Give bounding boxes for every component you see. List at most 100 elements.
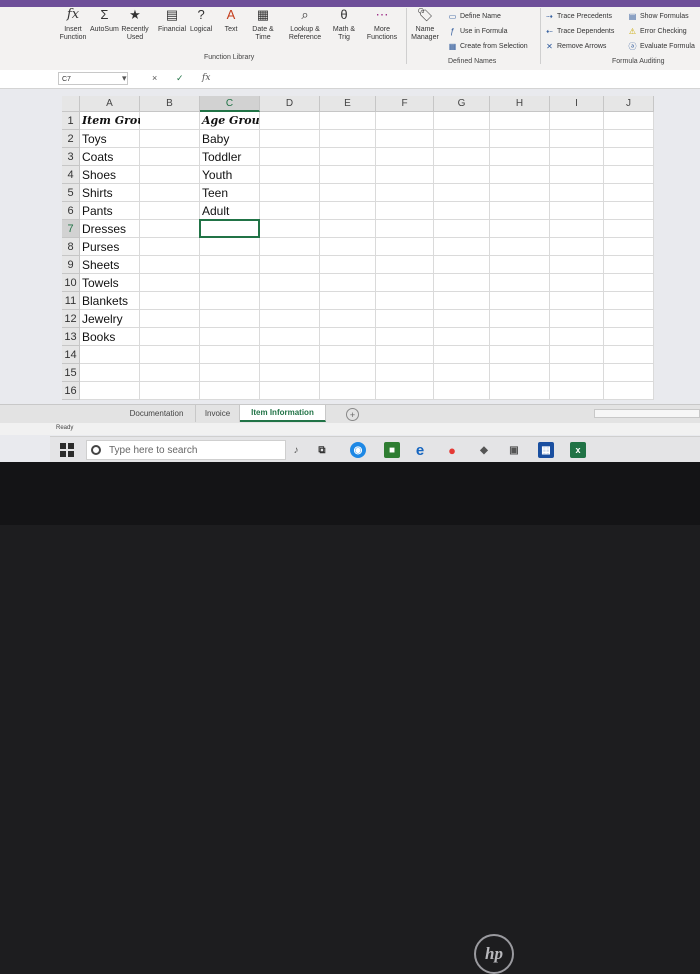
cell-f6[interactable] bbox=[376, 202, 434, 220]
cell-d9[interactable] bbox=[260, 256, 320, 274]
cell-a2[interactable]: Toys bbox=[80, 130, 140, 148]
app-icon[interactable]: ■ bbox=[384, 442, 400, 458]
cell-f4[interactable] bbox=[376, 166, 434, 184]
text-button[interactable]: A Text bbox=[222, 6, 240, 34]
cell-e9[interactable] bbox=[320, 256, 376, 274]
cell-f11[interactable] bbox=[376, 292, 434, 310]
cell-g5[interactable] bbox=[434, 184, 490, 202]
select-all-corner[interactable] bbox=[62, 96, 80, 112]
cell-i6[interactable] bbox=[550, 202, 604, 220]
define-name-button[interactable]: ▭ Define Name bbox=[448, 12, 501, 21]
cell-c12[interactable] bbox=[200, 310, 260, 328]
cell-j15[interactable] bbox=[604, 364, 654, 382]
cell-a7[interactable]: Dresses bbox=[80, 220, 140, 238]
cell-j10[interactable] bbox=[604, 274, 654, 292]
cell-i9[interactable] bbox=[550, 256, 604, 274]
more-functions-button[interactable]: ⋯ More Functions bbox=[364, 6, 400, 42]
cell-g9[interactable] bbox=[434, 256, 490, 274]
row-header[interactable]: 10 bbox=[62, 274, 80, 292]
app-icon[interactable]: ◆ bbox=[476, 442, 492, 458]
cell-f14[interactable] bbox=[376, 346, 434, 364]
cell-i15[interactable] bbox=[550, 364, 604, 382]
cell-g11[interactable] bbox=[434, 292, 490, 310]
cell-h3[interactable] bbox=[490, 148, 550, 166]
row-header[interactable]: 1 bbox=[62, 112, 80, 130]
microphone-icon[interactable]: ♪ bbox=[288, 442, 304, 458]
cell-a9[interactable]: Sheets bbox=[80, 256, 140, 274]
insert-function-icon[interactable]: fx bbox=[202, 73, 210, 83]
cell-b2[interactable] bbox=[140, 130, 200, 148]
cell-f15[interactable] bbox=[376, 364, 434, 382]
error-checking-button[interactable]: ⚠ Error Checking bbox=[628, 27, 687, 36]
cell-g8[interactable] bbox=[434, 238, 490, 256]
cell-h12[interactable] bbox=[490, 310, 550, 328]
cell-j12[interactable] bbox=[604, 310, 654, 328]
cell-b12[interactable] bbox=[140, 310, 200, 328]
cell-j3[interactable] bbox=[604, 148, 654, 166]
cell-i16[interactable] bbox=[550, 382, 604, 400]
cell-b3[interactable] bbox=[140, 148, 200, 166]
cell-i12[interactable] bbox=[550, 310, 604, 328]
row-header[interactable]: 2 bbox=[62, 130, 80, 148]
row-header[interactable]: 7 bbox=[62, 220, 80, 238]
store-icon[interactable]: ▣ bbox=[506, 442, 522, 458]
cell-j13[interactable] bbox=[604, 328, 654, 346]
cell-e5[interactable] bbox=[320, 184, 376, 202]
cell-f13[interactable] bbox=[376, 328, 434, 346]
cell-c9[interactable] bbox=[200, 256, 260, 274]
cell-b1[interactable] bbox=[140, 112, 200, 130]
cell-b13[interactable] bbox=[140, 328, 200, 346]
column-header-j[interactable]: J bbox=[604, 96, 654, 112]
logical-button[interactable]: ? Logical bbox=[190, 6, 212, 34]
cell-a5[interactable]: Shirts bbox=[80, 184, 140, 202]
cell-j14[interactable] bbox=[604, 346, 654, 364]
cell-g6[interactable] bbox=[434, 202, 490, 220]
cell-h15[interactable] bbox=[490, 364, 550, 382]
column-header-b[interactable]: B bbox=[140, 96, 200, 112]
cell-e13[interactable] bbox=[320, 328, 376, 346]
cell-e4[interactable] bbox=[320, 166, 376, 184]
column-header-g[interactable]: G bbox=[434, 96, 490, 112]
cell-b14[interactable] bbox=[140, 346, 200, 364]
cell-h9[interactable] bbox=[490, 256, 550, 274]
cell-c6[interactable]: Adult bbox=[200, 202, 260, 220]
cell-c2[interactable]: Baby bbox=[200, 130, 260, 148]
cell-c15[interactable] bbox=[200, 364, 260, 382]
cell-a1[interactable]: Item Group bbox=[80, 112, 153, 130]
cell-h16[interactable] bbox=[490, 382, 550, 400]
row-header[interactable]: 4 bbox=[62, 166, 80, 184]
cell-g10[interactable] bbox=[434, 274, 490, 292]
cell-d13[interactable] bbox=[260, 328, 320, 346]
cell-g16[interactable] bbox=[434, 382, 490, 400]
cell-b6[interactable] bbox=[140, 202, 200, 220]
cell-e14[interactable] bbox=[320, 346, 376, 364]
cell-g1[interactable] bbox=[434, 112, 490, 130]
row-header[interactable]: 11 bbox=[62, 292, 80, 310]
taskbar-search[interactable]: Type here to search bbox=[86, 440, 286, 460]
cell-d7[interactable] bbox=[260, 220, 320, 238]
cancel-icon[interactable]: × bbox=[152, 73, 157, 83]
financial-button[interactable]: ▤ Financial bbox=[158, 6, 186, 34]
cell-j11[interactable] bbox=[604, 292, 654, 310]
column-header-e[interactable]: E bbox=[320, 96, 376, 112]
row-header[interactable]: 13 bbox=[62, 328, 80, 346]
cell-c16[interactable] bbox=[200, 382, 260, 400]
cell-d8[interactable] bbox=[260, 238, 320, 256]
cell-a11[interactable]: Blankets bbox=[80, 292, 140, 310]
edge-icon[interactable]: e bbox=[412, 442, 428, 459]
cell-d10[interactable] bbox=[260, 274, 320, 292]
cell-i1[interactable] bbox=[550, 112, 604, 130]
cell-a13[interactable]: Books bbox=[80, 328, 140, 346]
cell-b11[interactable] bbox=[140, 292, 200, 310]
cell-g4[interactable] bbox=[434, 166, 490, 184]
cell-j9[interactable] bbox=[604, 256, 654, 274]
cell-h6[interactable] bbox=[490, 202, 550, 220]
name-manager-button[interactable]: 🏷 Name Manager bbox=[410, 6, 440, 42]
cell-i2[interactable] bbox=[550, 130, 604, 148]
cell-b10[interactable] bbox=[140, 274, 200, 292]
cell-i3[interactable] bbox=[550, 148, 604, 166]
cell-c11[interactable] bbox=[200, 292, 260, 310]
create-from-selection-button[interactable]: ▦ Create from Selection bbox=[448, 42, 528, 51]
cell-j8[interactable] bbox=[604, 238, 654, 256]
cell-f12[interactable] bbox=[376, 310, 434, 328]
